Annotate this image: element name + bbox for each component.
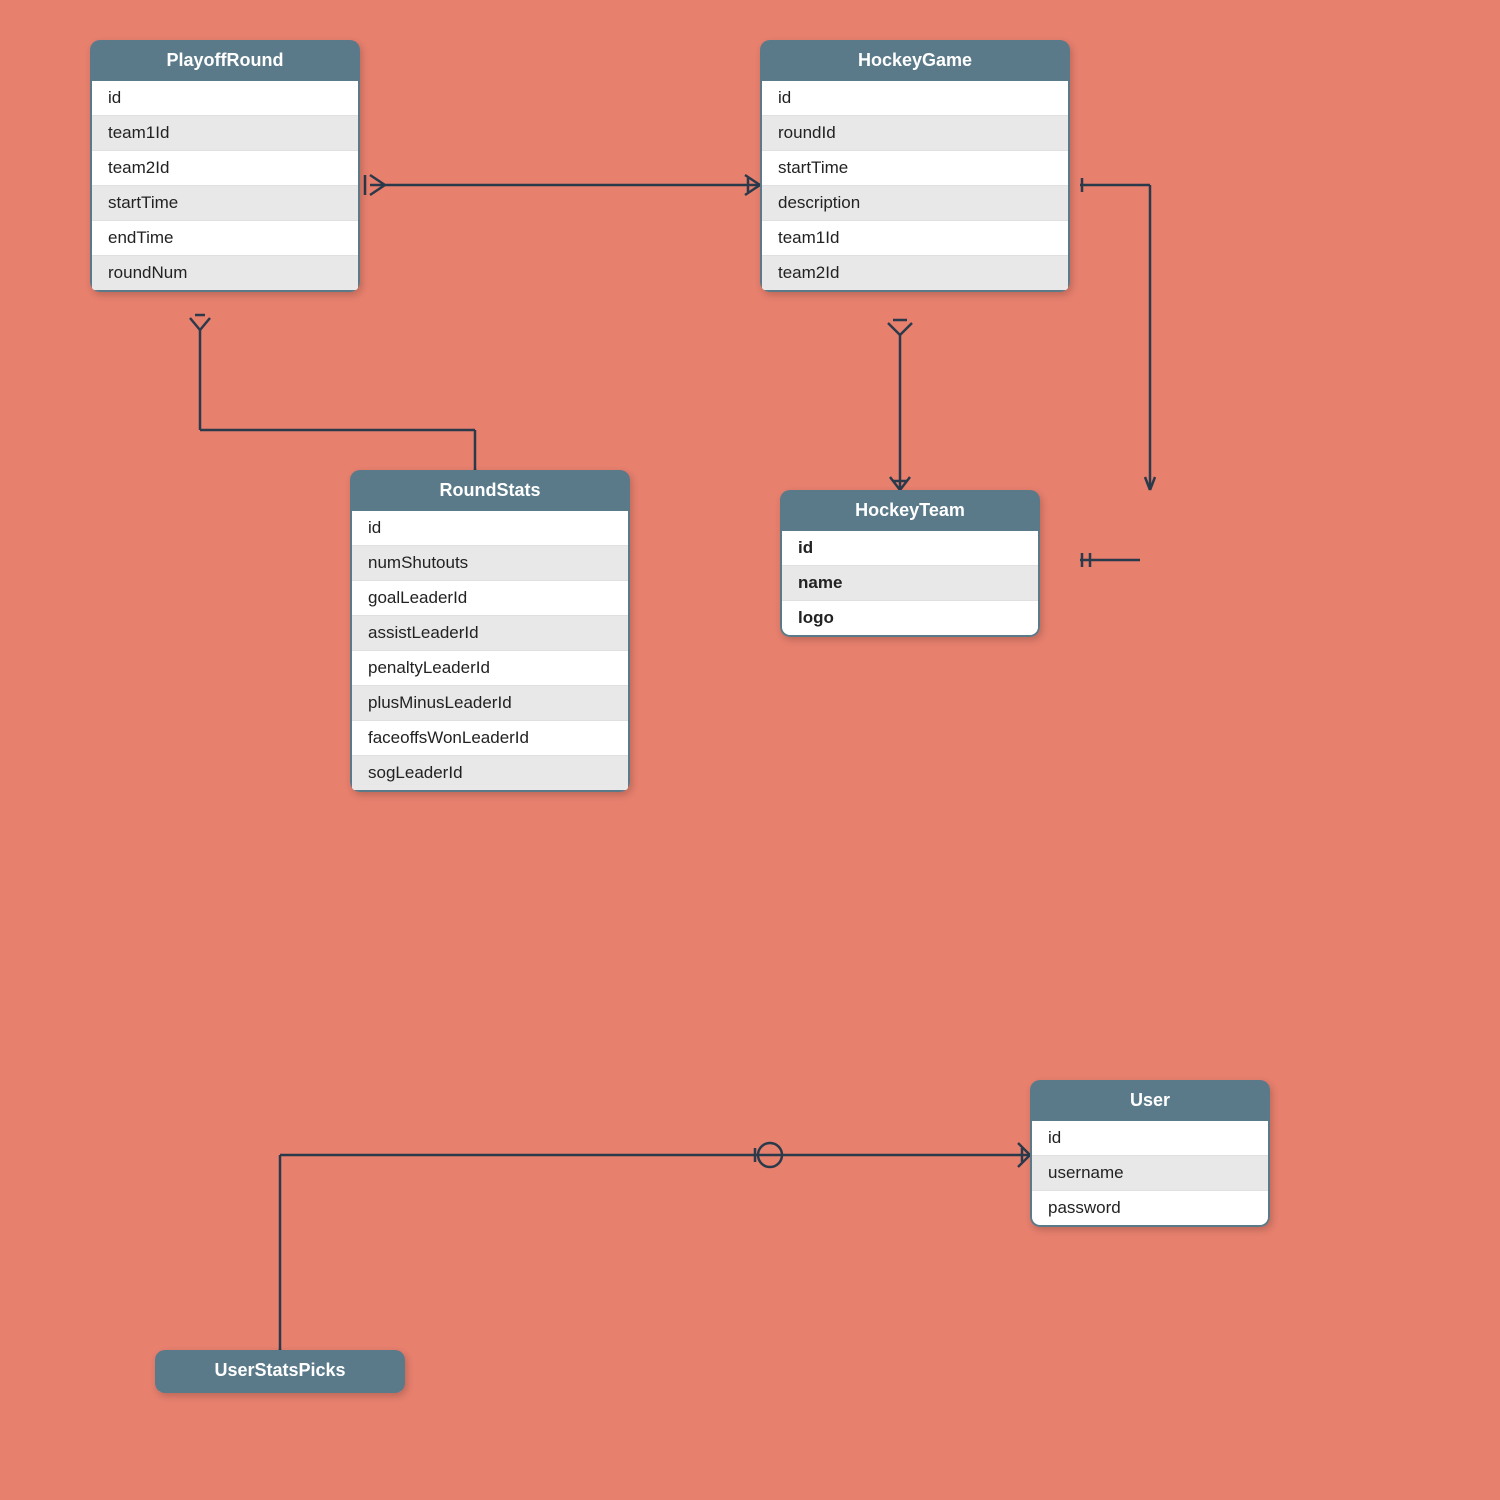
table-row: startTime <box>762 151 1068 186</box>
table-row: assistLeaderId <box>352 616 628 651</box>
table-row: id <box>782 531 1038 566</box>
table-row: penaltyLeaderId <box>352 651 628 686</box>
playoff-round-body: id team1Id team2Id startTime endTime rou… <box>90 81 360 292</box>
playoff-round-table: PlayoffRound id team1Id team2Id startTim… <box>90 40 360 292</box>
user-header: User <box>1030 1080 1270 1121</box>
table-row: team2Id <box>762 256 1068 290</box>
hockey-game-header: HockeyGame <box>760 40 1070 81</box>
user-stats-picks-table: UserStatsPicks <box>155 1350 405 1393</box>
user-stats-picks-body <box>155 1391 405 1393</box>
round-stats-body: id numShutouts goalLeaderId assistLeader… <box>350 511 630 792</box>
table-row: plusMinusLeaderId <box>352 686 628 721</box>
table-row: username <box>1032 1156 1268 1191</box>
hockey-team-header: HockeyTeam <box>780 490 1040 531</box>
table-row: endTime <box>92 221 358 256</box>
table-row: roundId <box>762 116 1068 151</box>
table-row: faceoffsWonLeaderId <box>352 721 628 756</box>
table-row: logo <box>782 601 1038 635</box>
user-table: User id username password <box>1030 1080 1270 1227</box>
table-row: goalLeaderId <box>352 581 628 616</box>
round-stats-header: RoundStats <box>350 470 630 511</box>
playoff-round-header: PlayoffRound <box>90 40 360 81</box>
table-row: startTime <box>92 186 358 221</box>
hockey-game-table: HockeyGame id roundId startTime descript… <box>760 40 1070 292</box>
table-row: team1Id <box>92 116 358 151</box>
table-row: numShutouts <box>352 546 628 581</box>
table-row: team1Id <box>762 221 1068 256</box>
table-row: id <box>92 81 358 116</box>
user-stats-picks-header: UserStatsPicks <box>155 1350 405 1391</box>
table-row: sogLeaderId <box>352 756 628 790</box>
hockey-game-body: id roundId startTime description team1Id… <box>760 81 1070 292</box>
user-body: id username password <box>1030 1121 1270 1227</box>
round-stats-table: RoundStats id numShutouts goalLeaderId a… <box>350 470 630 792</box>
hockey-team-body: id name logo <box>780 531 1040 637</box>
table-row: id <box>762 81 1068 116</box>
table-row: team2Id <box>92 151 358 186</box>
table-row: roundNum <box>92 256 358 290</box>
table-row: id <box>1032 1121 1268 1156</box>
table-row: id <box>352 511 628 546</box>
table-row: name <box>782 566 1038 601</box>
table-row: description <box>762 186 1068 221</box>
table-row: password <box>1032 1191 1268 1225</box>
hockey-team-table: HockeyTeam id name logo <box>780 490 1040 637</box>
